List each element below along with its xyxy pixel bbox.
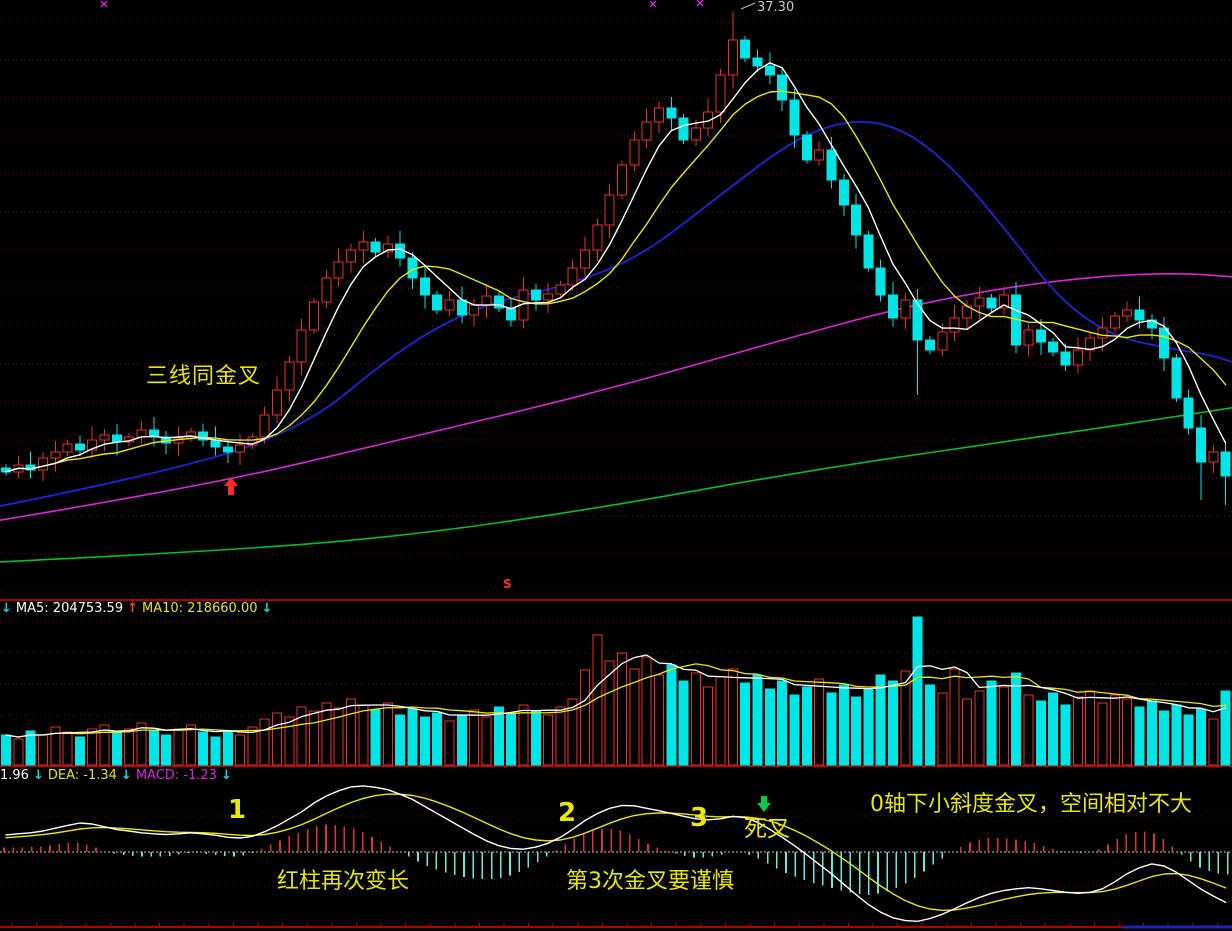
macd-value-label[interactable]: MACD: -1.23 xyxy=(136,769,217,782)
up-arrow-icon: ↑ xyxy=(127,602,138,615)
macd-indicator-header: 1.96 ↓ DEA: -1.34 ↓ MACD: -1.23 ↓ xyxy=(0,769,236,782)
down-arrow-icon: ↓ xyxy=(33,769,44,782)
golden-cross-annotation: 三线同金叉 xyxy=(146,366,261,388)
down-arrow-icon: ↓ xyxy=(121,769,132,782)
volume-ma5-label[interactable]: MA5: 204753.59 xyxy=(16,602,123,615)
golden-cross-number-3: 3 xyxy=(690,805,708,831)
zero-axis-annotation: 0轴下小斜度金叉，空间相对不大 xyxy=(870,794,1192,816)
red-bars-annotation: 红柱再次变长 xyxy=(277,871,409,893)
death-cross-annotation: 死叉 xyxy=(744,818,790,841)
volume-ma10-label[interactable]: MA10: 218660.00 xyxy=(142,602,257,615)
golden-cross-number-1: 1 xyxy=(228,797,246,823)
volume-indicator-header: ↓ MA5: 204753.59 ↑ MA10: 218660.00 ↓ xyxy=(1,602,276,615)
down-arrow-icon: ↓ xyxy=(261,602,272,615)
stock-chart-screen: 37.30 三线同金叉 S ↓ MA5: 204753.59 ↑ MA10: 2… xyxy=(0,0,1232,931)
golden-cross-number-2: 2 xyxy=(558,800,576,826)
sell-signal-marker: S xyxy=(503,578,512,590)
peak-price-label: 37.30 xyxy=(757,1,794,14)
death-cross-arrow-icon xyxy=(757,796,771,812)
third-cross-annotation: 第3次金叉要谨慎 xyxy=(566,871,734,893)
dea-value-label[interactable]: DEA: -1.34 xyxy=(48,769,117,782)
dif-value-label[interactable]: 1.96 xyxy=(0,769,29,782)
down-arrow-icon: ↓ xyxy=(221,769,232,782)
down-arrow-icon: ↓ xyxy=(1,602,12,615)
